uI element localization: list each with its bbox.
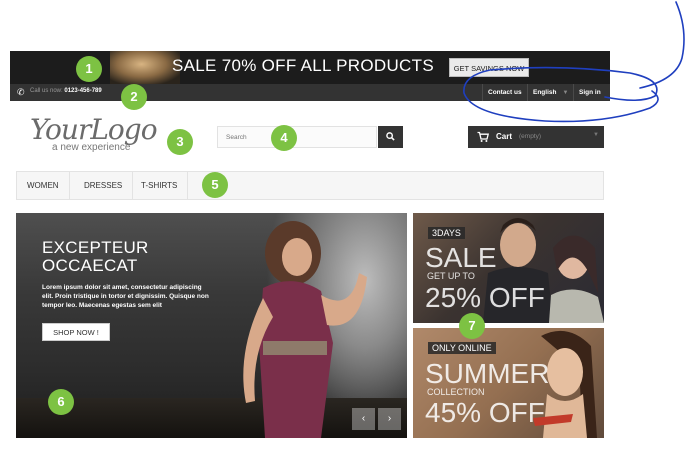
banner2-offer: 45% OFF: [425, 397, 545, 428]
banner1-headline: SALE: [425, 242, 497, 273]
promo-model-image: [110, 51, 180, 84]
banner2-subline: COLLECTION: [427, 387, 485, 397]
menu-item-tshirts[interactable]: T-SHIRTS: [131, 172, 189, 199]
main-menu: WOMEN DRESSES T-SHIRTS: [16, 171, 604, 200]
menu-item-dresses[interactable]: DRESSES: [74, 172, 134, 199]
cart-label: Cart: [496, 132, 513, 141]
banner1-offer: 25% OFF: [425, 282, 545, 313]
banner2-headline: SUMMER: [425, 358, 550, 389]
callout-marker-4: 4: [271, 125, 297, 151]
banner2-badge: ONLY ONLINE: [428, 342, 496, 354]
cart-status: (empty): [519, 133, 542, 140]
banner1-badge: 3DAYS: [428, 227, 465, 239]
callout-marker-7: 7: [459, 313, 485, 339]
chevron-down-icon: ▼: [593, 132, 599, 138]
get-savings-button[interactable]: GET SAVINGS NOW: [449, 58, 529, 77]
search-button[interactable]: [378, 126, 403, 148]
slider-next-button[interactable]: ›: [378, 408, 401, 430]
phone-icon: ✆: [17, 87, 25, 97]
cart-icon: [477, 131, 489, 142]
callout-marker-3: 3: [167, 129, 193, 155]
menu-item-women[interactable]: WOMEN: [17, 172, 70, 199]
sign-in-link[interactable]: Sign in: [573, 84, 606, 101]
cart-button[interactable]: Cart (empty) ▼: [468, 126, 604, 148]
hero-slider[interactable]: EXCEPTEUR OCCAECAT Lorem ipsum dolor sit…: [16, 213, 407, 438]
promo-side-banner-sale[interactable]: 3DAYS SALE GET UP TO 25% OFF: [413, 213, 604, 323]
hero-title-line1: EXCEPTEUR: [42, 238, 149, 257]
search-input[interactable]: [217, 126, 377, 148]
site-logo[interactable]: YourLogo a new experience: [30, 113, 175, 155]
chevron-down-icon: ▼: [562, 90, 569, 96]
top-nav-bar: ✆ Call us now: 0123-456-789 Contact us E…: [10, 84, 610, 101]
callout-marker-2: 2: [121, 84, 147, 110]
phone-number: 0123-456-789: [64, 88, 102, 94]
phone-text: Call us now: 0123-456-789: [30, 88, 102, 94]
hero-title-line2: OCCAECAT: [42, 256, 138, 275]
promo-side-banner-summer[interactable]: ONLY ONLINE SUMMER COLLECTION 45% OFF: [413, 328, 604, 438]
hero-title: EXCEPTEUR OCCAECAT: [42, 239, 149, 275]
search-icon: [386, 132, 395, 141]
callout-marker-1: 1: [76, 56, 102, 82]
language-label: English: [533, 89, 557, 96]
callout-marker-5: 5: [202, 172, 228, 198]
annotation-arrow-line: [639, 1, 685, 89]
phone-prefix: Call us now:: [30, 88, 65, 94]
shop-now-button[interactable]: SHOP NOW !: [42, 323, 110, 341]
hero-body-text: Lorem ipsum dolor sit amet, consectetur …: [42, 284, 209, 309]
logo-tagline: a new experience: [52, 142, 131, 153]
slider-prev-button[interactable]: ‹: [352, 408, 375, 430]
contact-us-link[interactable]: Contact us: [482, 84, 527, 101]
banner1-subline: GET UP TO: [427, 271, 475, 281]
promo-sale-text: SALE 70% OFF ALL PRODUCTS: [172, 56, 434, 75]
hero-model-image: [243, 221, 367, 438]
callout-marker-6: 6: [48, 389, 74, 415]
language-selector[interactable]: English ▼: [527, 84, 573, 101]
